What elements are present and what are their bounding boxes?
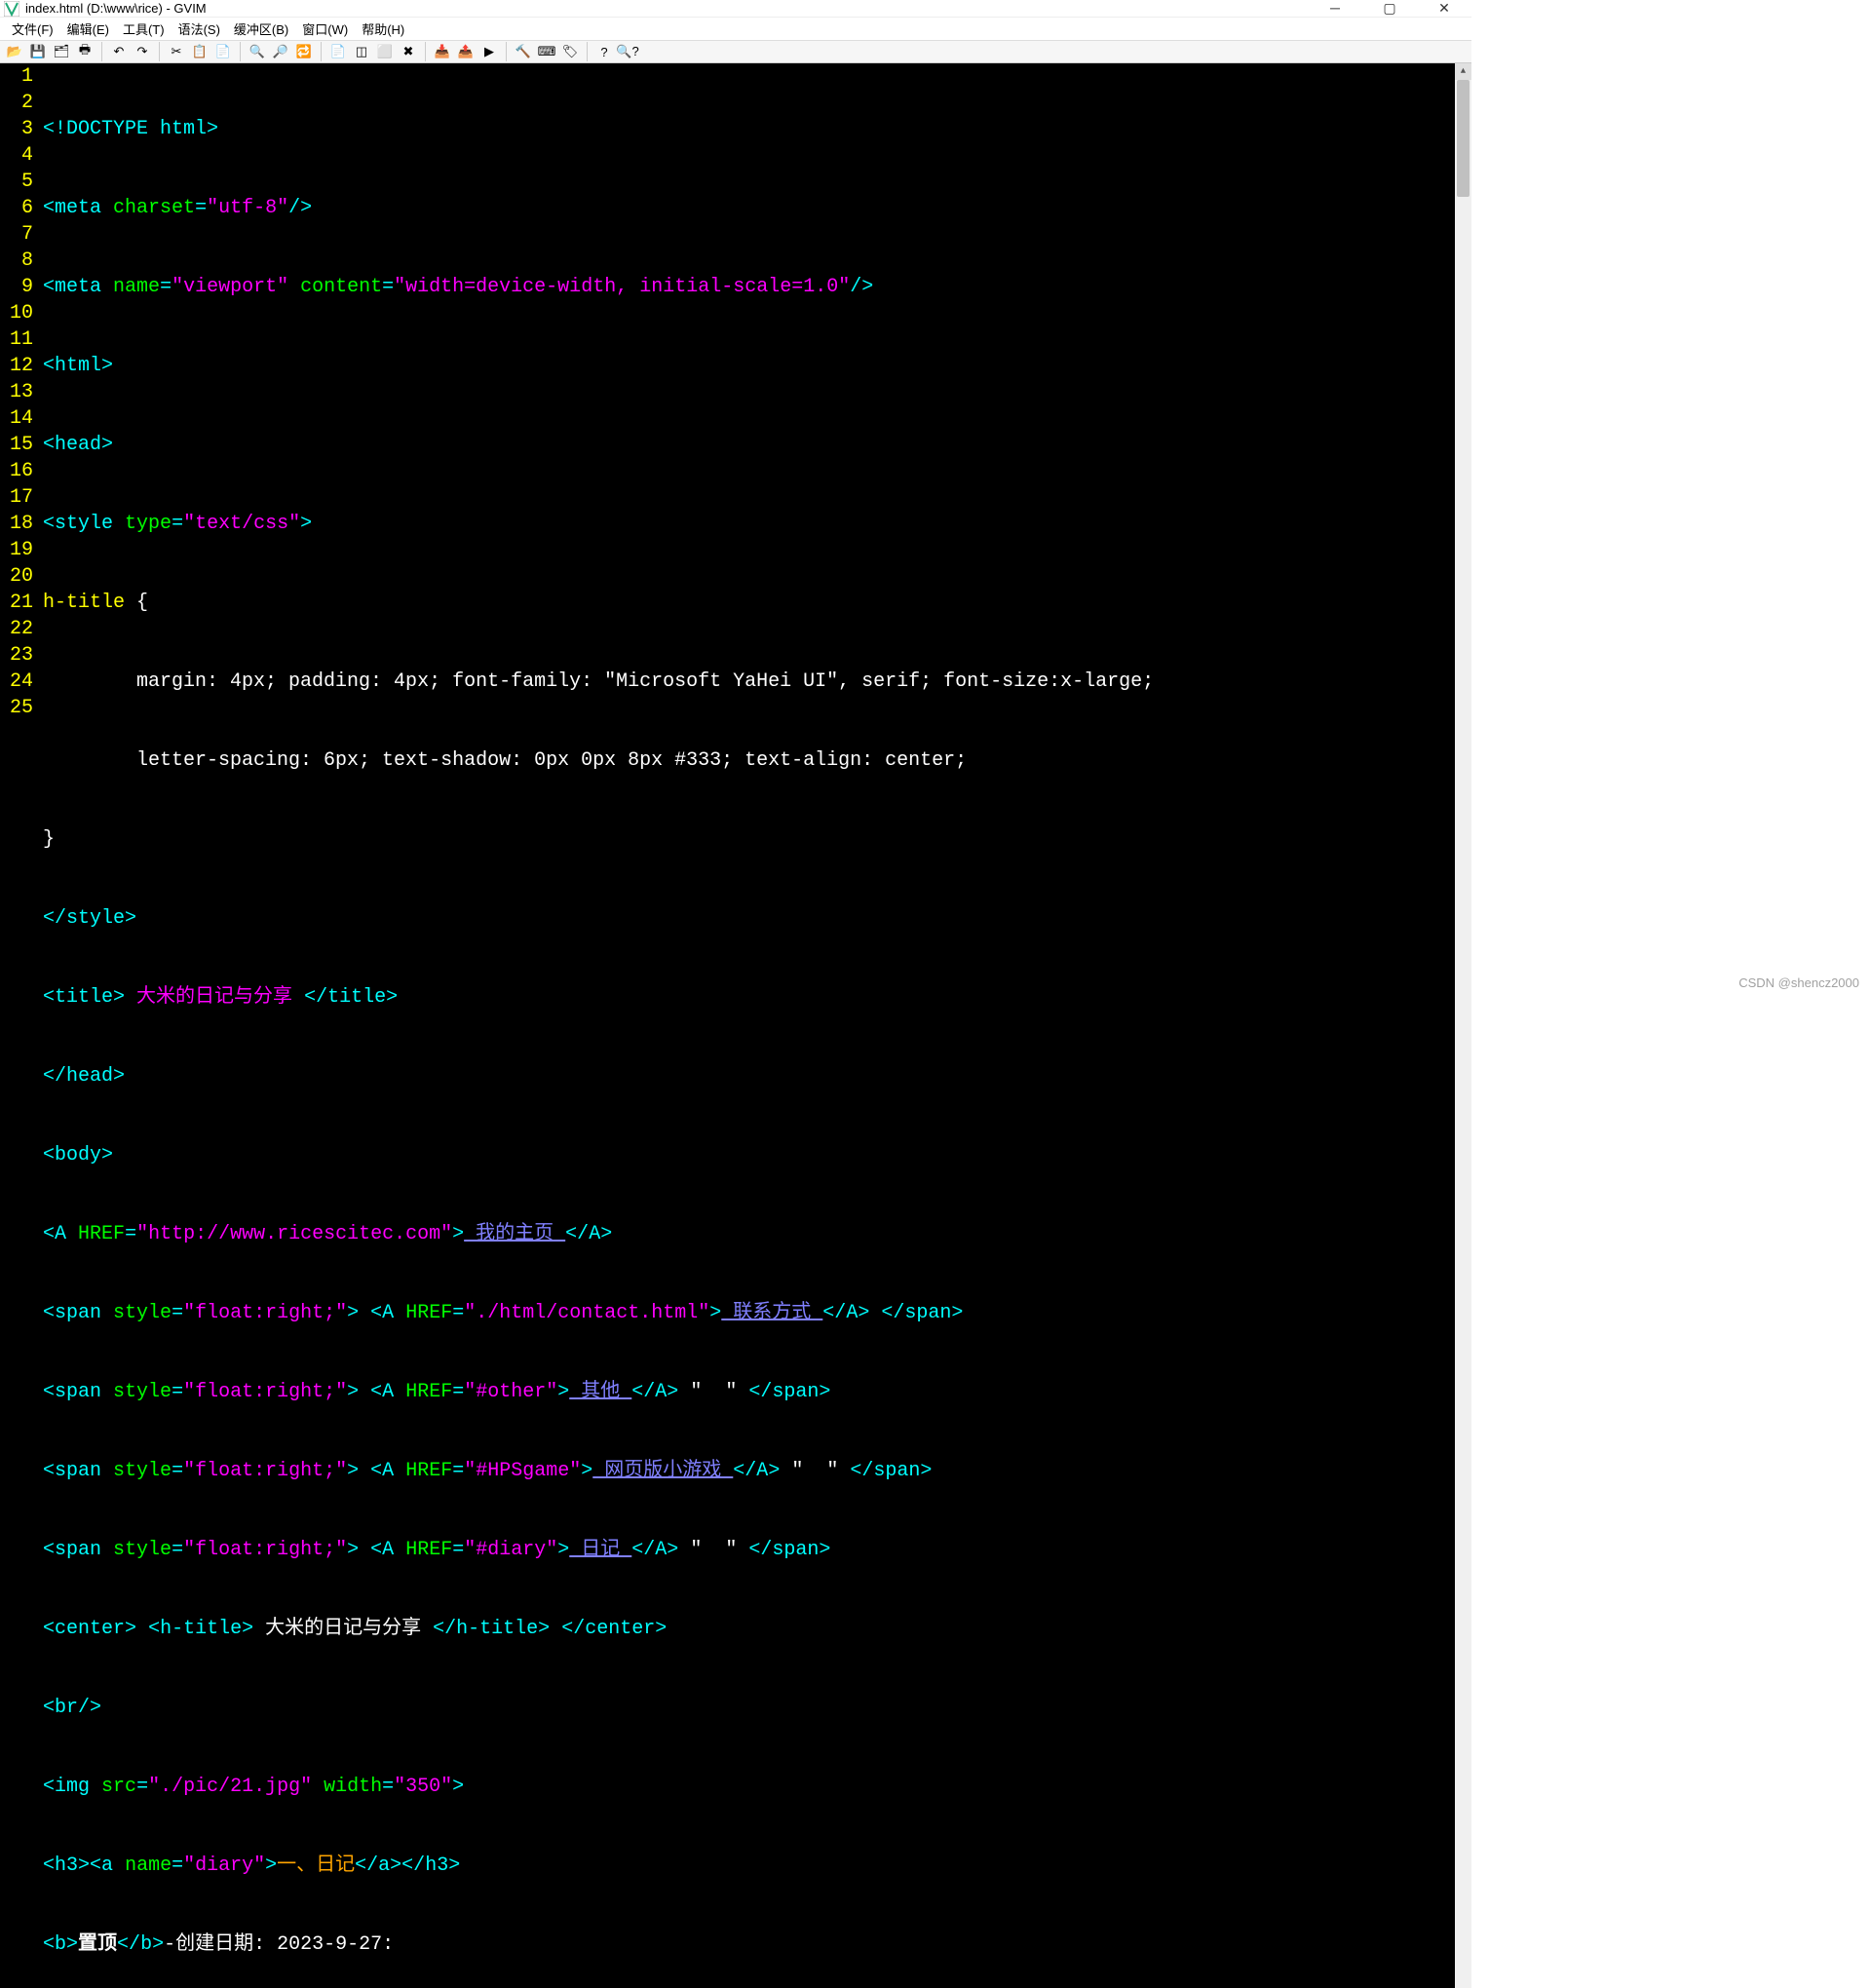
code-line: <meta charset="utf-8"/>: [43, 195, 1455, 221]
code-line: h-title {: [43, 590, 1455, 616]
code-line: <b>置顶</b>-创建日期: 2023-9-27:: [43, 1931, 1455, 1958]
menubar: 文件(F) 编辑(E) 工具(T) 语法(S) 缓冲区(B) 窗口(W) 帮助(…: [0, 18, 1471, 40]
code-line: <body>: [43, 1142, 1455, 1168]
code-line: <span style="float:right;"> <A HREF="#di…: [43, 1537, 1455, 1563]
session-save-icon[interactable]: 📤: [455, 41, 477, 62]
paste-icon[interactable]: 📄: [212, 41, 234, 62]
undo-icon[interactable]: ↶: [108, 41, 130, 62]
scrollbar-thumb[interactable]: [1457, 80, 1470, 197]
shell-icon[interactable]: ⌨: [536, 41, 557, 62]
redo-icon[interactable]: ↷: [132, 41, 153, 62]
code-line: <A HREF="http://www.ricescitec.com"> 我的主…: [43, 1221, 1455, 1247]
watermark: CSDN @shencz2000: [1738, 975, 1859, 990]
new-icon[interactable]: 📄: [327, 41, 349, 62]
maxwin-icon[interactable]: ⬜: [374, 41, 396, 62]
close-icon[interactable]: ✖: [398, 41, 419, 62]
findnext-icon[interactable]: 🔎: [270, 41, 291, 62]
toolbar-separator: [506, 42, 507, 61]
scrollbar-track[interactable]: [1455, 80, 1471, 1988]
findhelp-icon[interactable]: 🔍?: [617, 41, 638, 62]
code-line: <center> <h-title> 大米的日记与分享 </h-title> <…: [43, 1616, 1455, 1642]
code-line: }: [43, 826, 1455, 853]
help-icon[interactable]: ?: [593, 41, 615, 62]
cut-icon[interactable]: ✂: [166, 41, 187, 62]
code-line: <title> 大米的日记与分享 </title>: [43, 984, 1455, 1011]
code-line: <span style="float:right;"> <A HREF="./h…: [43, 1300, 1455, 1326]
code-line: <style type="text/css">: [43, 511, 1455, 537]
menu-window[interactable]: 窗口(W): [296, 18, 354, 40]
code-line: <span style="float:right;"> <A HREF="#ot…: [43, 1379, 1455, 1405]
window-title: index.html (D:\www\rice) - GVIM: [25, 1, 1319, 16]
toolbar-separator: [425, 42, 426, 61]
code-line: <br/>: [43, 1695, 1455, 1721]
vertical-scrollbar[interactable]: ▲ ▼: [1455, 63, 1471, 1988]
scroll-up-arrow-icon[interactable]: ▲: [1455, 63, 1471, 80]
code-line: <h3><a name="diary">一、日记</a></h3>: [43, 1853, 1455, 1879]
toolbar: 📂 💾 🗂 🖶 ↶ ↷ ✂ 📋 📄 🔍 🔎 🔁 📄 ◫ ⬜ ✖ 📥 📤 ▶ 🔨 …: [0, 40, 1471, 63]
menu-buffers[interactable]: 缓冲区(B): [228, 18, 294, 40]
copy-icon[interactable]: 📋: [189, 41, 210, 62]
menu-edit[interactable]: 编辑(E): [61, 18, 115, 40]
menu-help[interactable]: 帮助(H): [356, 18, 410, 40]
make-icon[interactable]: 🔨: [513, 41, 534, 62]
save-icon[interactable]: 💾: [27, 41, 49, 62]
code-line: margin: 4px; padding: 4px; font-family: …: [43, 669, 1455, 695]
toolbar-separator: [587, 42, 588, 61]
ctags-icon[interactable]: 🏷: [559, 41, 581, 62]
replace-icon[interactable]: 🔁: [293, 41, 315, 62]
session-load-icon[interactable]: 📥: [432, 41, 453, 62]
toolbar-separator: [240, 42, 241, 61]
editor[interactable]: 1234567891011121314151617181920212223242…: [0, 63, 1471, 1988]
window-controls: ─ ▢ ✕: [1319, 0, 1468, 17]
code-line: <meta name="viewport" content="width=dev…: [43, 274, 1455, 300]
line-gutter: 1234567891011121314151617181920212223242…: [0, 63, 39, 1988]
code-line: </style>: [43, 905, 1455, 932]
code-area[interactable]: <!DOCTYPE html> <meta charset="utf-8"/> …: [39, 63, 1455, 1988]
minimize-button[interactable]: ─: [1319, 0, 1351, 17]
code-line: </head>: [43, 1063, 1455, 1090]
toolbar-separator: [159, 42, 160, 61]
code-line: <img src="./pic/21.jpg" width="350">: [43, 1774, 1455, 1800]
code-line: <!DOCTYPE html>: [43, 116, 1455, 142]
toolbar-separator: [321, 42, 322, 61]
open-icon[interactable]: 📂: [4, 41, 25, 62]
menu-syntax[interactable]: 语法(S): [172, 18, 226, 40]
split-icon[interactable]: ◫: [351, 41, 372, 62]
find-icon[interactable]: 🔍: [247, 41, 268, 62]
menu-tools[interactable]: 工具(T): [117, 18, 171, 40]
code-line: letter-spacing: 6px; text-shadow: 0px 0p…: [43, 747, 1455, 774]
code-line: <span style="float:right;"> <A HREF="#HP…: [43, 1458, 1455, 1484]
app-icon: [4, 1, 19, 17]
menu-file[interactable]: 文件(F): [6, 18, 59, 40]
saveall-icon[interactable]: 🗂: [51, 41, 72, 62]
code-line: <head>: [43, 432, 1455, 458]
code-line: <html>: [43, 353, 1455, 379]
maximize-button[interactable]: ▢: [1374, 0, 1405, 17]
close-button[interactable]: ✕: [1429, 0, 1460, 17]
titlebar: index.html (D:\www\rice) - GVIM ─ ▢ ✕: [0, 0, 1471, 18]
run-icon[interactable]: ▶: [478, 41, 500, 62]
print-icon[interactable]: 🖶: [74, 41, 95, 62]
toolbar-separator: [101, 42, 102, 61]
